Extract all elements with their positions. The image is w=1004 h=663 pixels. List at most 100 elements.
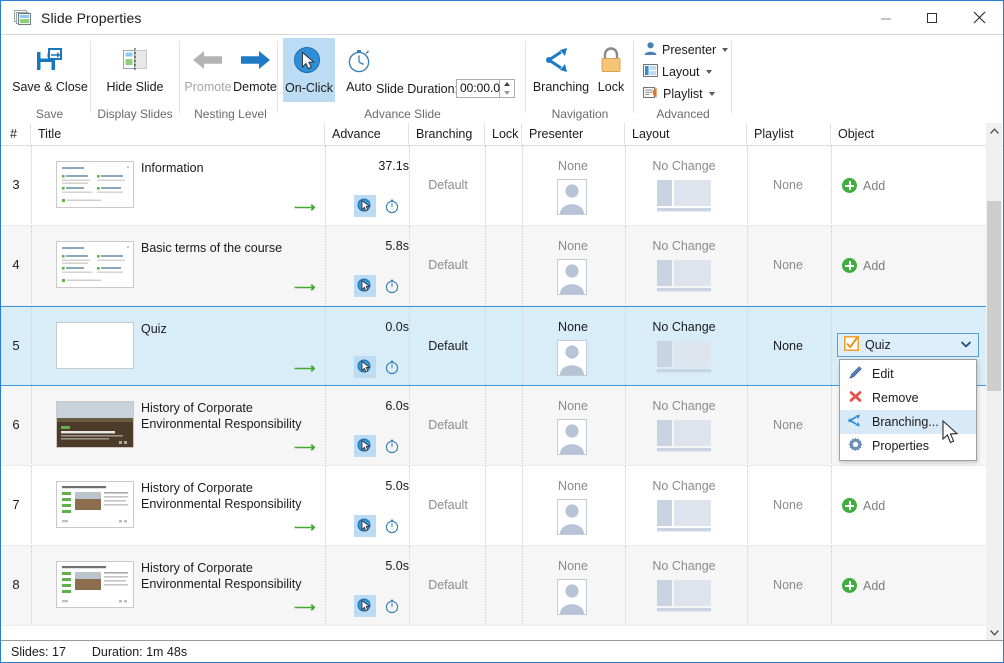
on-click-mode-icon[interactable]	[354, 595, 376, 617]
scroll-down-button[interactable]	[986, 624, 1002, 641]
stepper-up[interactable]	[500, 80, 514, 89]
demote-button[interactable]: Demote	[231, 41, 279, 94]
presenter-avatar-icon[interactable]	[557, 179, 587, 215]
table-row[interactable]: 3 Information ⟶ 37.1s Default None No Change No…	[1, 146, 989, 226]
minimize-button[interactable]	[863, 1, 909, 34]
branching-value: Default	[428, 418, 468, 432]
save-and-close-button[interactable]: Save & Close	[9, 41, 91, 94]
on-click-mode-icon[interactable]	[354, 195, 376, 217]
on-click-mode-icon[interactable]	[354, 515, 376, 537]
plus-icon	[842, 258, 857, 273]
slide-title: History of Corporate Environmental Respo…	[141, 401, 302, 431]
slide-title: History of Corporate Environmental Respo…	[141, 481, 302, 511]
layout-preview-icon[interactable]	[657, 420, 711, 454]
chevron-down-icon[interactable]	[960, 338, 972, 352]
slide-thumbnail[interactable]	[56, 561, 134, 608]
presenter-avatar-icon[interactable]	[557, 259, 587, 295]
timer-mode-icon[interactable]	[381, 595, 403, 617]
layout-preview-icon[interactable]	[657, 580, 711, 614]
column-header-advance[interactable]: Advance	[325, 123, 409, 145]
on-click-button[interactable]: On-Click	[283, 38, 335, 102]
window-controls	[863, 1, 1003, 34]
column-divider	[31, 146, 32, 226]
promote-button[interactable]: Promote	[183, 41, 233, 94]
slide-duration-input[interactable]: 00:00.00	[456, 79, 507, 98]
close-button[interactable]	[955, 1, 1003, 34]
arrow-right-icon	[238, 41, 272, 79]
presenter-value: None	[558, 559, 588, 573]
column-header-num[interactable]: #	[1, 123, 31, 145]
object-add-label: Add	[863, 498, 886, 513]
slide-thumbnail[interactable]	[56, 401, 134, 448]
column-header-presenter[interactable]: Presenter	[522, 123, 625, 145]
object-add-button[interactable]: Add	[842, 578, 885, 593]
table-row[interactable]: 7 History of Corporate Environmental Resp…	[1, 466, 989, 546]
presenter-button[interactable]: Presenter	[643, 40, 729, 60]
playlist-button[interactable]: Playlist	[643, 84, 715, 104]
on-click-mode-icon[interactable]	[354, 356, 376, 378]
auto-button[interactable]: Auto	[338, 41, 380, 94]
column-header-playlist[interactable]: Playlist	[747, 123, 831, 145]
column-divider	[522, 307, 523, 387]
on-click-mode-icon[interactable]	[354, 435, 376, 457]
slide-title: Information	[141, 161, 204, 175]
object-add-button[interactable]: Add	[842, 258, 885, 273]
scroll-up-button[interactable]	[986, 123, 1002, 140]
stepper-down[interactable]	[500, 89, 514, 98]
slide-thumbnail[interactable]	[56, 161, 134, 208]
timer-mode-icon[interactable]	[381, 435, 403, 457]
column-header-title[interactable]: Title	[31, 123, 325, 145]
slide-thumbnail[interactable]	[56, 481, 134, 528]
menu-item-remove[interactable]: Remove	[840, 386, 976, 410]
column-header-object[interactable]: Object	[831, 123, 989, 145]
column-header-layout[interactable]: Layout	[625, 123, 747, 145]
scrollbar-thumb[interactable]	[987, 201, 1001, 391]
vertical-scrollbar[interactable]	[986, 123, 1002, 641]
slide-thumbnail[interactable]	[56, 241, 134, 288]
column-header-lock[interactable]: Lock	[485, 123, 522, 145]
column-divider	[831, 546, 832, 626]
branching-label: Branching	[532, 80, 590, 94]
lock-icon	[597, 41, 625, 79]
menu-item-properties[interactable]: Properties	[840, 434, 976, 458]
on-click-mode-icon[interactable]	[354, 275, 376, 297]
plus-icon	[842, 578, 857, 593]
presenter-avatar-icon[interactable]	[557, 579, 587, 615]
layout-preview-icon[interactable]	[657, 500, 711, 534]
layout-preview-icon[interactable]	[657, 341, 711, 375]
layout-value: No Change	[652, 320, 716, 334]
maximize-button[interactable]	[909, 1, 955, 34]
column-divider	[325, 546, 326, 626]
table-row[interactable]: 4 Basic terms of the course ⟶ 5.8s Default No…	[1, 226, 989, 306]
quiz-check-icon	[844, 336, 859, 354]
presenter-avatar-icon[interactable]	[557, 419, 587, 455]
advance-mode-icons	[354, 435, 403, 457]
slide-thumbnail[interactable]	[56, 322, 134, 369]
object-add-button[interactable]: Add	[842, 178, 885, 193]
timer-mode-icon[interactable]	[381, 356, 403, 378]
timer-mode-icon[interactable]	[381, 515, 403, 537]
branching-button[interactable]: Branching	[529, 41, 593, 94]
object-type-combobox[interactable]: Quiz	[837, 333, 979, 357]
presenter-avatar-icon[interactable]	[557, 340, 587, 376]
column-header-branching[interactable]: Branching	[409, 123, 485, 145]
menu-item-edit[interactable]: Edit	[840, 362, 976, 386]
timer-mode-icon[interactable]	[381, 195, 403, 217]
slide-duration-stepper[interactable]	[500, 79, 515, 98]
layout-button[interactable]: Layout	[643, 62, 712, 82]
layout-preview-icon[interactable]	[657, 260, 711, 294]
timer-mode-icon[interactable]	[381, 275, 403, 297]
column-divider	[625, 226, 626, 306]
presenter-avatar-icon[interactable]	[557, 499, 587, 535]
table-row[interactable]: 8 History of Corporate Environmental Resp…	[1, 546, 989, 626]
pencil-icon	[848, 365, 863, 383]
layout-preview-icon[interactable]	[657, 180, 711, 214]
menu-item-branching-label: Branching...	[872, 415, 939, 429]
hide-slide-button[interactable]: Hide Slide	[101, 41, 169, 94]
lock-button[interactable]: Lock	[591, 41, 631, 94]
hide-slide-label: Hide Slide	[106, 80, 164, 94]
row-number: 4	[12, 257, 20, 272]
menu-item-branching[interactable]: Branching...	[840, 410, 976, 434]
branching-icon	[545, 41, 577, 79]
object-add-button[interactable]: Add	[842, 498, 885, 513]
